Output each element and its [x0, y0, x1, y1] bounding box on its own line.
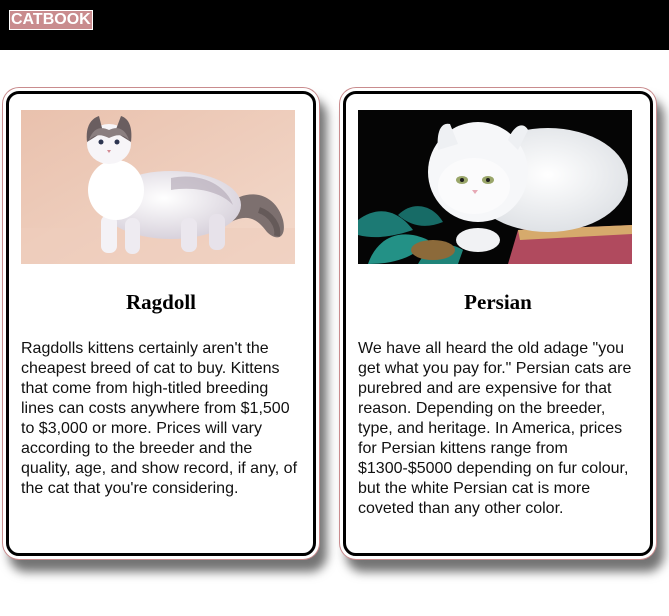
card-title-persian: Persian: [464, 290, 532, 314]
catbook-logo[interactable]: CATBOOK: [9, 10, 93, 30]
card-text-ragdoll: Ragdolls kittens certainly aren't the ch…: [21, 340, 298, 497]
card-ragdoll: Ragdoll Ragdolls kittens certainly aren'…: [6, 91, 316, 556]
card-persian: Persian We have all heard the old adage …: [343, 91, 653, 556]
top-navbar: CATBOOK: [0, 0, 669, 50]
persian-cat-photo: [358, 110, 632, 264]
ragdoll-cat-photo: [21, 110, 295, 264]
card-text-persian: We have all heard the old adage "you get…: [358, 340, 632, 517]
card-title-ragdoll: Ragdoll: [125, 290, 196, 314]
